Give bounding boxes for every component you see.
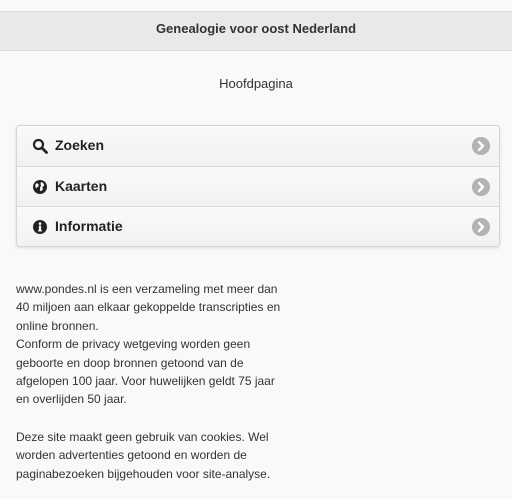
- menu-item-informatie[interactable]: Informatie: [17, 206, 499, 246]
- intro-paragraph: www.pondes.nl is een verzameling met mee…: [16, 280, 316, 409]
- top-strip: [0, 0, 512, 11]
- cookie-paragraph: Deze site maakt geen gebruik van cookies…: [16, 428, 316, 483]
- chevron-right-circle-icon: [472, 137, 490, 155]
- text-line: Deze site maakt geen gebruik van cookies…: [16, 430, 269, 444]
- main-menu: Zoeken Kaarten Informatie: [16, 125, 500, 247]
- text-line: www.pondes.nl is een verzameling met mee…: [16, 282, 278, 296]
- chevron-right-circle-icon: [472, 178, 490, 196]
- text-line: online bronnen.: [16, 318, 99, 333]
- page-title: Genealogie voor oost Nederland: [155, 21, 357, 36]
- globe-icon: [33, 180, 47, 194]
- text-line: worden advertenties getoond en worden de: [16, 448, 247, 463]
- text-line: paginabezoeken bijgehouden voor site-ana…: [16, 466, 271, 481]
- info-icon: [33, 220, 47, 234]
- chevron-right-circle-icon: [472, 218, 490, 236]
- menu-item-label: Kaarten: [55, 178, 108, 194]
- menu-item-kaarten[interactable]: Kaarten: [17, 166, 499, 207]
- text-line: en overlijden 50 jaar.: [16, 392, 127, 407]
- search-icon: [32, 138, 48, 154]
- text-line: Conform de privacy wetgeving worden geen: [16, 337, 251, 352]
- text-line: afgelopen 100 jaar. Voor huwelijken geld…: [16, 374, 275, 389]
- header-bar: Genealogie voor oost Nederland: [0, 11, 512, 51]
- text-line: geboorte en doop bronnen getoond van de: [16, 355, 244, 370]
- page-subtitle: Hoofdpagina: [219, 76, 293, 91]
- menu-item-zoeken[interactable]: Zoeken: [17, 126, 499, 166]
- menu-item-label: Informatie: [55, 218, 123, 234]
- text-line: 40 miljoen aan elkaar gekoppelde transcr…: [16, 300, 281, 315]
- menu-item-label: Zoeken: [55, 137, 105, 153]
